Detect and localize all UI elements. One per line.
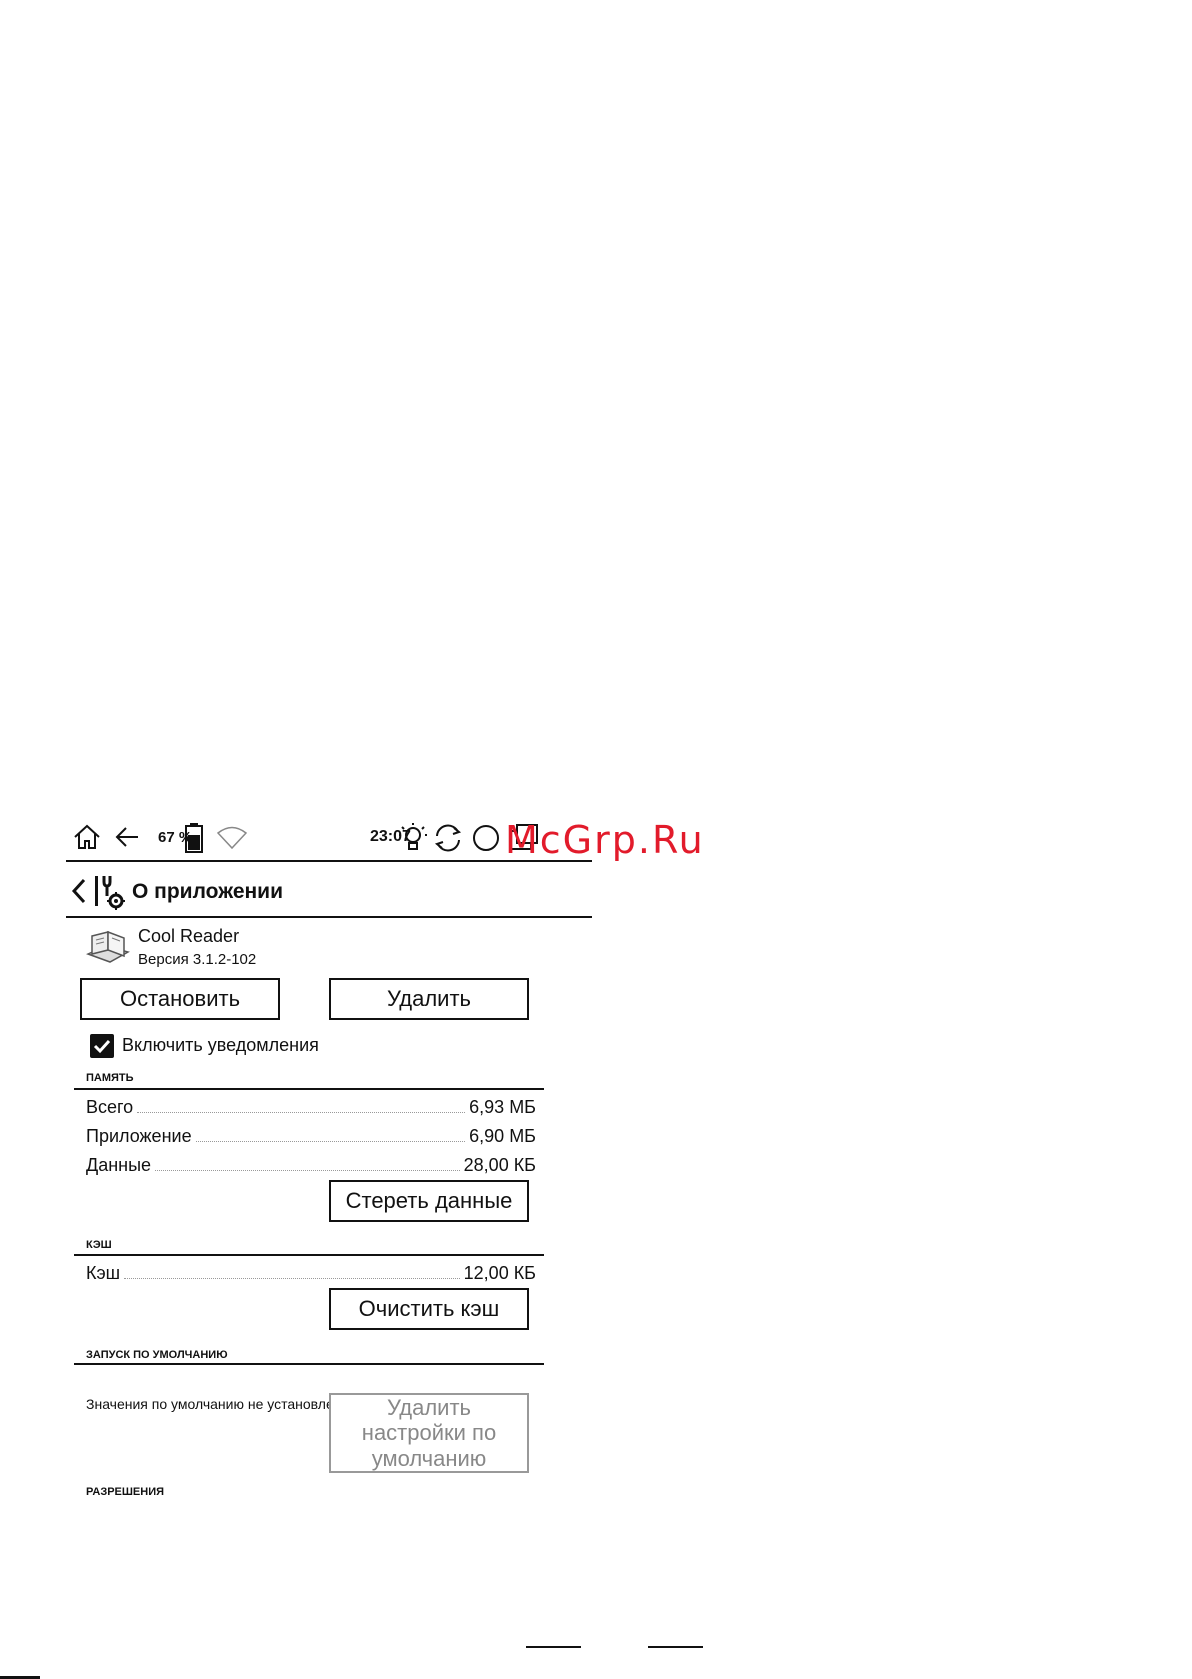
defaults-divider [74, 1363, 544, 1365]
light-icon[interactable] [398, 822, 428, 854]
storage-divider [74, 1088, 544, 1090]
decorative-underline [648, 1646, 703, 1648]
device-screen: 67 % 23:07 О приложении Cool Reader Верс… [66, 818, 592, 1530]
stop-button[interactable]: Остановить [80, 978, 280, 1020]
decorative-underline [526, 1646, 581, 1648]
storage-row-value: 6,93 МБ [469, 1097, 536, 1117]
cache-row: Кэш 12,00 КБ [86, 1260, 536, 1284]
storage-row-value: 28,00 КБ [463, 1155, 536, 1175]
header: О приложении [66, 866, 592, 916]
clear-data-button[interactable]: Стереть данные [329, 1180, 529, 1222]
back-arrow-icon[interactable] [112, 822, 142, 852]
permissions-section-title: РАЗРЕШЕНИЯ [86, 1486, 165, 1496]
app-version: Версия 3.1.2-102 [138, 951, 257, 968]
defaults-section-title: ЗАПУСК ПО УМОЛЧАНИЮ [86, 1349, 228, 1361]
cache-row-label: Кэш [86, 1263, 121, 1283]
tools-gear-icon [92, 874, 126, 915]
storage-row-label: Всего [86, 1097, 134, 1117]
uninstall-button[interactable]: Удалить [329, 978, 529, 1020]
wifi-icon[interactable] [216, 822, 248, 852]
cache-divider [74, 1254, 544, 1256]
cache-row-value: 12,00 КБ [463, 1263, 536, 1283]
circle-icon[interactable] [470, 822, 502, 854]
watermark: McGrp.Ru [505, 818, 705, 862]
dot-leader [155, 1170, 460, 1171]
notifications-label: Включить уведомления [122, 1035, 319, 1055]
home-icon[interactable] [72, 822, 102, 852]
page: 67 % 23:07 О приложении Cool Reader Верс… [0, 0, 1192, 1679]
cache-section-title: КЭШ [86, 1239, 112, 1251]
clear-defaults-button[interactable]: Удалить настройки по умолчанию [329, 1393, 529, 1473]
storage-section-title: ПАМЯТЬ [86, 1072, 134, 1084]
app-name: Cool Reader [138, 926, 240, 946]
storage-row-value: 6,90 МБ [469, 1126, 536, 1146]
storage-row-label: Приложение [86, 1126, 192, 1146]
storage-row-total: Всего 6,93 МБ [86, 1094, 536, 1118]
chevron-left-icon[interactable] [70, 878, 88, 909]
storage-row-data: Данные 28,00 КБ [86, 1152, 536, 1176]
dot-leader [124, 1278, 460, 1279]
page-title: О приложении [132, 880, 283, 903]
storage-row-label: Данные [86, 1155, 152, 1175]
dot-leader [195, 1141, 466, 1142]
sync-icon[interactable] [432, 822, 464, 854]
storage-row-app: Приложение 6,90 МБ [86, 1123, 536, 1147]
header-divider [66, 916, 592, 918]
app-book-icon [85, 928, 130, 969]
clear-cache-button[interactable]: Очистить кэш [329, 1288, 529, 1330]
notifications-checkbox[interactable] [90, 1034, 114, 1058]
battery-icon [184, 822, 204, 854]
dot-leader [137, 1112, 466, 1113]
defaults-note: Значения по умолчанию не установлены. [86, 1396, 356, 1412]
